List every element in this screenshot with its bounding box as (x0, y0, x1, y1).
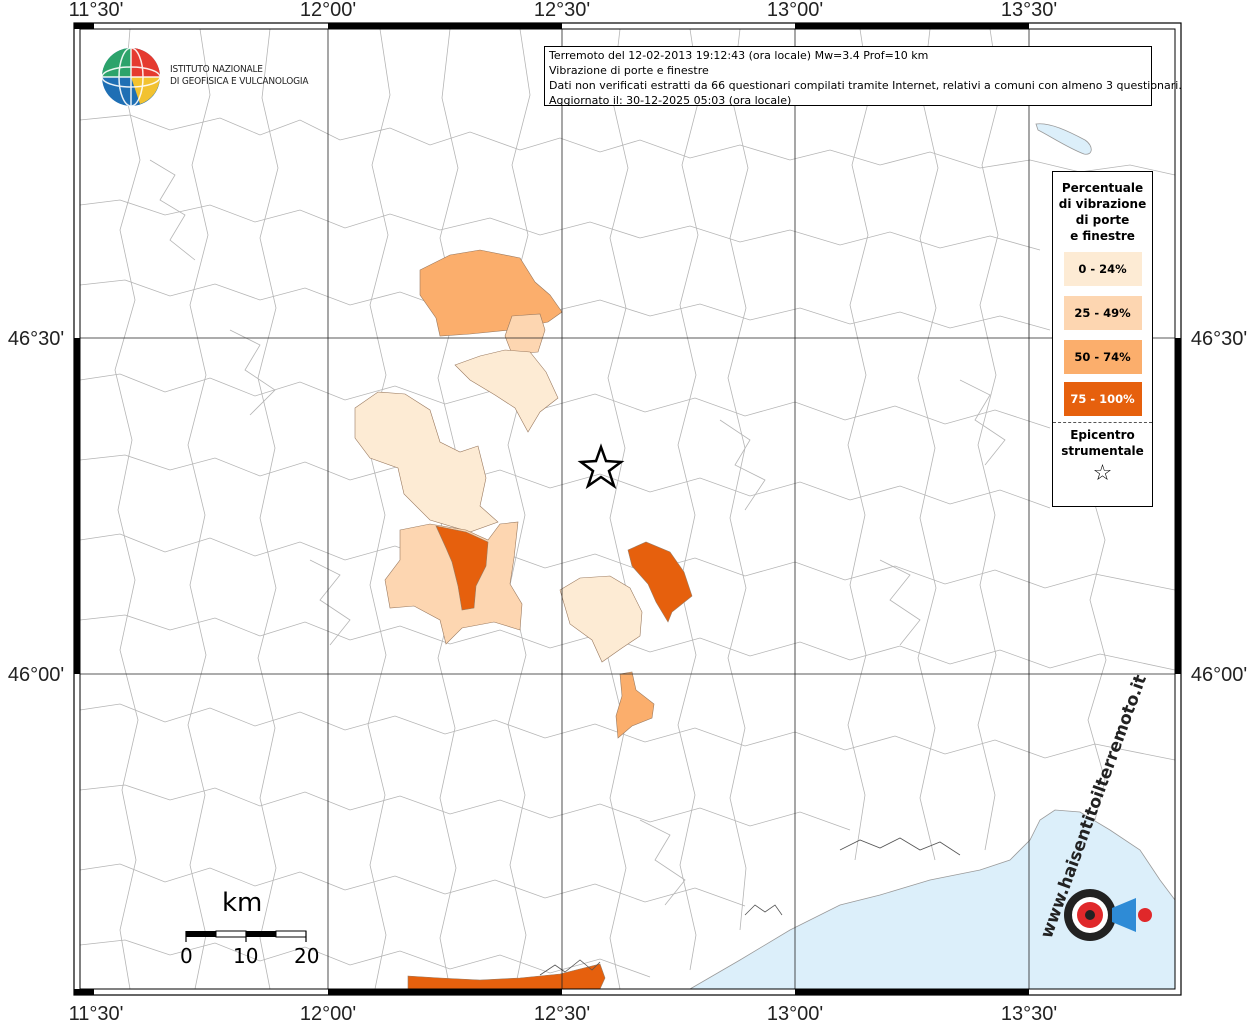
right-label-1: 46°30' (1191, 328, 1247, 350)
scale-label-0: 0 (180, 944, 193, 968)
ingv-line-2: DI GEOFISICA E VULCANOLOGIA (170, 76, 309, 87)
legend-divider (1053, 422, 1152, 423)
top-label-5: 13°30' (1001, 0, 1057, 21)
bottom-label-4: 13°00' (767, 1003, 823, 1024)
legend-epicenter-line-2: strumentale (1061, 444, 1144, 458)
bottom-label-5: 13°30' (1001, 1003, 1057, 1024)
top-label-4: 13°00' (767, 0, 823, 21)
globe-icon (101, 47, 161, 107)
intensity-map: 11°30' 12°00' 12°30' 13°00' 13°30' 11°30… (8, 0, 1247, 1024)
ingv-logo: ISTITUTO NAZIONALE DI GEOFISICA E VULCAN… (100, 46, 320, 110)
bottom-label-2: 12°00' (300, 1003, 356, 1024)
left-label-1: 46°30' (8, 328, 64, 350)
legend: Percentuale di vibrazione di porte e fin… (1052, 171, 1153, 507)
ingv-line-1: ISTITUTO NAZIONALE (170, 64, 263, 75)
legend-star-icon: ☆ (1092, 461, 1113, 486)
top-label-3: 12°30' (534, 0, 590, 21)
scale-unit: km (222, 888, 263, 918)
top-label-2: 12°00' (300, 0, 356, 21)
legend-epicenter-line-1: Epicentro (1070, 428, 1135, 442)
event-info-box: Terremoto del 12-02-2013 19:12:43 (ora l… (544, 46, 1182, 107)
legend-swatch-0-24: 0 - 24% (1063, 252, 1142, 286)
legend-swatch-25-49: 25 - 49% (1063, 296, 1142, 330)
legend-title-line-4: e finestre (1070, 229, 1135, 243)
map-area (80, 29, 1175, 989)
legend-swatch-50-74: 50 - 74% (1063, 340, 1142, 374)
bottom-label-3: 12°30' (534, 1003, 590, 1024)
left-label-2: 46°00' (8, 664, 64, 686)
scale-label-10: 10 (233, 944, 259, 968)
area-25-49-north (504, 313, 546, 355)
right-label-2: 46°00' (1191, 664, 1247, 686)
legend-epicenter-title: Epicentro strumentale (1053, 427, 1152, 459)
scale-label-20: 20 (294, 944, 320, 968)
legend-title-line-1: Percentuale (1061, 181, 1144, 195)
event-parameter: Vibrazione di porte e finestre (549, 64, 709, 77)
legend-swatch-75-100: 75 - 100% (1063, 382, 1142, 416)
bottom-label-1: 11°30' (69, 1003, 124, 1024)
top-label-1: 11°30' (69, 0, 124, 21)
legend-title-line-3: di porte (1075, 213, 1130, 227)
event-title: Terremoto del 12-02-2013 19:12:43 (ora l… (549, 49, 929, 62)
legend-title: Percentuale di vibrazione di porte e fin… (1053, 180, 1152, 244)
legend-title-line-2: di vibrazione (1058, 197, 1147, 211)
event-disclaimer: Dati non verificati estratti da 66 quest… (549, 79, 1182, 92)
event-updated: Aggiornato il: 30-12-2025 05:03 (ora loc… (549, 94, 792, 107)
